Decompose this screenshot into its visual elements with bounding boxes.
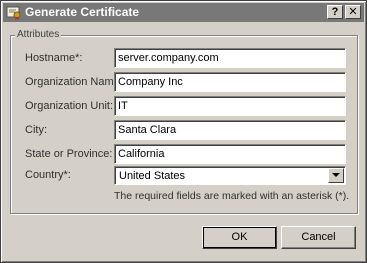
country-select[interactable]: United States <box>114 166 346 185</box>
cancel-button[interactable]: Cancel <box>281 226 356 249</box>
country-label: Country*: <box>25 169 71 181</box>
attributes-legend: Attributes <box>15 29 62 41</box>
city-field[interactable]: Santa Clara <box>114 120 346 140</box>
close-button[interactable]: ✕ <box>345 5 361 19</box>
hostname-field[interactable]: server.company.com <box>114 48 346 68</box>
generate-certificate-dialog: Generate Certificate ? ✕ Attributes Host… <box>0 0 367 263</box>
chevron-down-icon[interactable] <box>328 168 344 183</box>
state-province-label: State or Province: <box>25 148 113 160</box>
certificate-icon <box>6 5 22 20</box>
city-label: City: <box>25 124 47 136</box>
ok-button[interactable]: OK <box>202 226 277 249</box>
hostname-label: Hostname*: <box>25 52 83 64</box>
organization-unit-label: Organization Unit: <box>25 100 114 112</box>
country-selected-value: United States <box>119 170 186 182</box>
organization-unit-field[interactable]: IT <box>114 96 346 116</box>
window-title: Generate Certificate <box>25 5 140 19</box>
required-fields-hint: The required fields are marked with an a… <box>114 190 350 202</box>
help-button[interactable]: ? <box>327 5 343 19</box>
organization-name-field[interactable]: Company Inc <box>114 72 346 92</box>
title-bar[interactable]: Generate Certificate ? ✕ <box>3 3 364 22</box>
state-province-field[interactable]: California <box>114 144 346 164</box>
organization-name-label: Organization Name: <box>25 76 123 88</box>
